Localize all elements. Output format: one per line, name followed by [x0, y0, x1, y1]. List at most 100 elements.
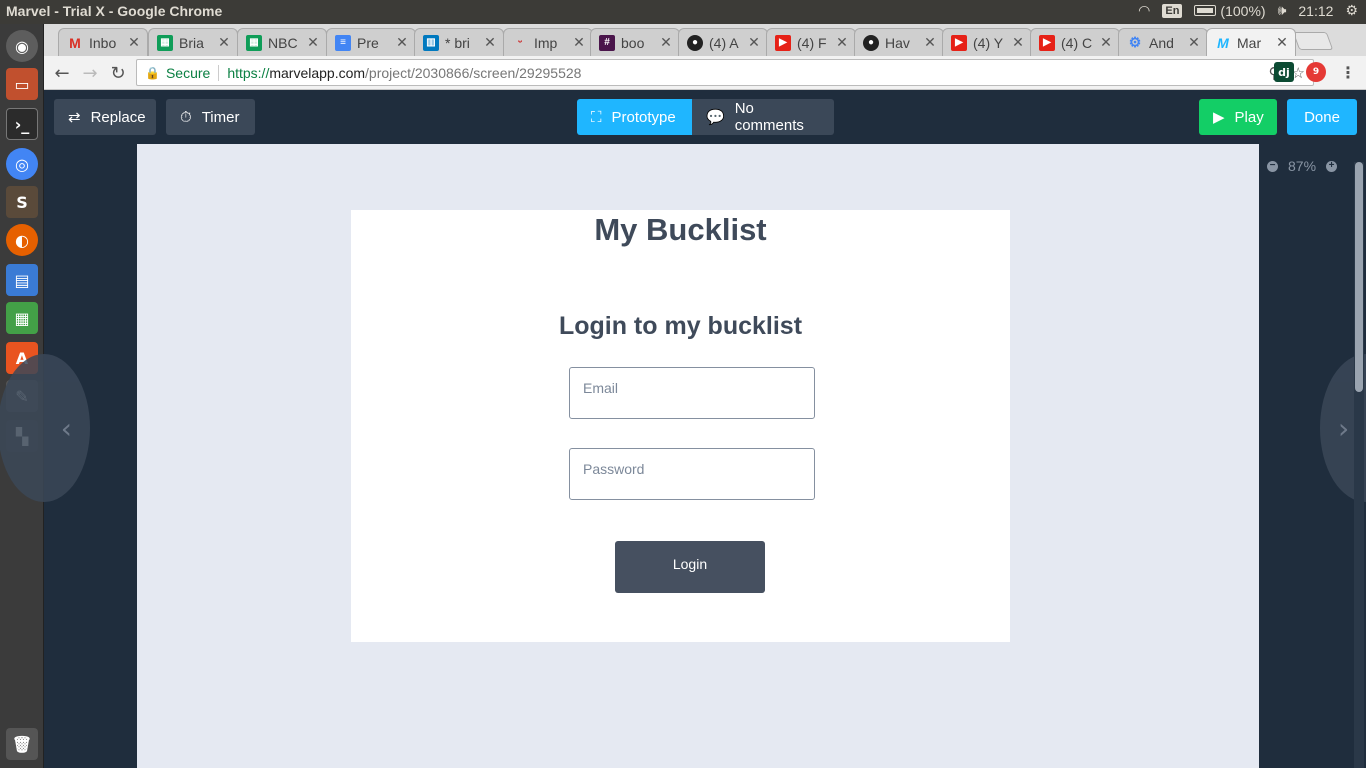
- crop-icon: ⛶: [591, 108, 602, 126]
- comments-label: No comments: [734, 100, 804, 134]
- close-icon[interactable]: ✕: [483, 34, 497, 51]
- battery-icon: [1194, 5, 1217, 16]
- previous-screen-button[interactable]: ‹: [0, 354, 90, 502]
- tab-android[interactable]: ⚙ And ✕: [1118, 28, 1208, 56]
- marvel-app: ⇄ Replace ⏱ Timer ⛶ Prototype 💬 No comme…: [0, 90, 1366, 768]
- battery-indicator[interactable]: (100%): [1194, 3, 1266, 19]
- trash-icon[interactable]: 🗑: [6, 728, 38, 760]
- comments-tab[interactable]: 💬 No comments: [692, 99, 834, 135]
- zoom-out-icon[interactable]: −: [1267, 160, 1278, 172]
- close-icon[interactable]: ✕: [127, 34, 141, 51]
- back-icon[interactable]: ←: [50, 61, 74, 85]
- gmail-icon: M: [69, 34, 81, 51]
- close-icon[interactable]: ✕: [659, 34, 673, 51]
- prototype-tab[interactable]: ⛶ Prototype: [577, 99, 692, 135]
- address-bar[interactable]: 🔒 Secure https://marvelapp.com/project/2…: [136, 59, 1314, 86]
- app-icon: ᵕ: [517, 37, 523, 48]
- comment-bubble-icon: 💬: [706, 109, 725, 126]
- youtube-icon: ▶: [775, 34, 791, 51]
- wifi-icon[interactable]: ◠: [1138, 2, 1150, 19]
- tab-docs[interactable]: ≡ Pre ✕: [326, 28, 416, 56]
- tab-github-2[interactable]: ● Hav ✕: [854, 28, 944, 56]
- chrome-menu-icon[interactable]: ⋮: [1338, 62, 1358, 82]
- tab-youtube-3[interactable]: ▶ (4) C ✕: [1030, 28, 1120, 56]
- files-icon[interactable]: ▭: [6, 68, 38, 100]
- zoom-in-icon[interactable]: +: [1326, 160, 1338, 172]
- close-icon[interactable]: ✕: [923, 34, 937, 51]
- url-host: marvelapp.com: [269, 64, 366, 81]
- clock[interactable]: 21:12: [1298, 3, 1333, 19]
- tab-gmail[interactable]: M Inbo ✕: [58, 28, 148, 56]
- keyboard-layout-indicator[interactable]: En: [1162, 3, 1183, 18]
- close-icon[interactable]: ✕: [217, 34, 231, 51]
- close-icon[interactable]: ✕: [1099, 34, 1113, 51]
- calc-icon[interactable]: ▦: [6, 302, 38, 334]
- password-field[interactable]: Password: [569, 448, 815, 500]
- tab-youtube-1[interactable]: ▶ (4) F ✕: [766, 28, 856, 56]
- close-icon[interactable]: ✕: [747, 34, 761, 51]
- extension-icon[interactable]: 9: [1306, 62, 1326, 82]
- youtube-icon: ▶: [951, 34, 967, 51]
- settings-icon: ⚙: [1128, 34, 1142, 50]
- password-placeholder: Password: [583, 461, 645, 477]
- tab-marvel[interactable]: M Mar ✕: [1206, 28, 1296, 56]
- marvel-icon: M: [1217, 34, 1229, 51]
- window-title: Marvel - Trial X - Google Chrome: [6, 3, 223, 19]
- email-field[interactable]: Email: [569, 367, 815, 419]
- firefox-icon[interactable]: ◐: [6, 224, 38, 256]
- tab-github-1[interactable]: ● (4) A ✕: [678, 28, 768, 56]
- done-button[interactable]: Done: [1287, 99, 1357, 135]
- play-icon: ▶: [1213, 109, 1225, 126]
- os-top-bar: Marvel - Trial X - Google Chrome ◠ En (1…: [0, 0, 1366, 24]
- reload-icon[interactable]: ↻: [106, 61, 130, 85]
- close-icon[interactable]: ✕: [572, 34, 586, 51]
- volume-icon[interactable]: 🕪: [1278, 2, 1287, 19]
- login-heading: Login to my bucklist: [558, 312, 803, 340]
- tab-sheets-2[interactable]: ▦ NBC ✕: [237, 28, 327, 56]
- ubuntu-logo-icon[interactable]: ◉: [6, 30, 38, 62]
- close-icon[interactable]: ✕: [395, 34, 409, 51]
- replace-button[interactable]: ⇄ Replace: [54, 99, 156, 135]
- forward-icon[interactable]: →: [78, 61, 102, 85]
- sublime-text-icon[interactable]: S: [6, 186, 38, 218]
- close-icon[interactable]: ✕: [835, 34, 849, 51]
- close-icon[interactable]: ✕: [1275, 34, 1289, 51]
- tab-imp[interactable]: ᵕ Imp ✕: [503, 28, 593, 56]
- login-button[interactable]: Login: [615, 541, 765, 593]
- divider: [218, 64, 220, 81]
- gear-icon[interactable]: ⚙: [1345, 2, 1358, 19]
- stopwatch-icon: ⏱: [180, 108, 192, 126]
- secure-label: Secure: [165, 64, 211, 81]
- extension-badge: 9: [1312, 67, 1320, 77]
- scrollbar-thumb[interactable]: [1355, 162, 1363, 392]
- slack-icon: #: [599, 34, 615, 51]
- zoom-level: 87%: [1288, 158, 1317, 174]
- sheets-icon: ▦: [246, 34, 262, 51]
- tab-sheets-1[interactable]: ▦ Bria ✕: [148, 28, 238, 56]
- login-button-label: Login: [672, 556, 708, 572]
- github-icon: ●: [687, 34, 703, 51]
- tab-slack[interactable]: # boo ✕: [590, 28, 680, 56]
- chrome-icon[interactable]: ◎: [6, 148, 38, 180]
- scrollbar[interactable]: [1354, 162, 1364, 768]
- close-icon[interactable]: ✕: [306, 34, 320, 51]
- tab-trello[interactable]: ▥ * bri ✕: [414, 28, 504, 56]
- app-title: My Bucklist: [594, 212, 767, 247]
- done-label: Done: [1304, 108, 1340, 126]
- django-extension-icon[interactable]: dj: [1274, 62, 1294, 82]
- play-button[interactable]: ▶ Play: [1199, 99, 1277, 135]
- tab-youtube-2[interactable]: ▶ (4) Y ✕: [942, 28, 1032, 56]
- close-icon[interactable]: ✕: [1011, 34, 1025, 51]
- trello-icon: ▥: [423, 34, 439, 51]
- prototype-screen: My Bucklist Login to my bucklist Email P…: [351, 210, 1010, 642]
- youtube-icon: ▶: [1039, 34, 1055, 51]
- prototype-canvas: My Bucklist Login to my bucklist Email P…: [137, 144, 1259, 768]
- terminal-icon[interactable]: ›_: [6, 108, 38, 140]
- new-tab-button[interactable]: [1292, 32, 1334, 50]
- docs-icon: ≡: [335, 34, 351, 51]
- system-tray: ◠ En (100%) 🕪 21:12 ⚙: [1138, 2, 1358, 19]
- close-icon[interactable]: ✕: [1187, 34, 1201, 51]
- writer-icon[interactable]: ▤: [6, 264, 38, 296]
- browser-toolbar: ← → ↻ 🔒 Secure https://marvelapp.com/pro…: [44, 56, 1366, 90]
- timer-button[interactable]: ⏱ Timer: [166, 99, 255, 135]
